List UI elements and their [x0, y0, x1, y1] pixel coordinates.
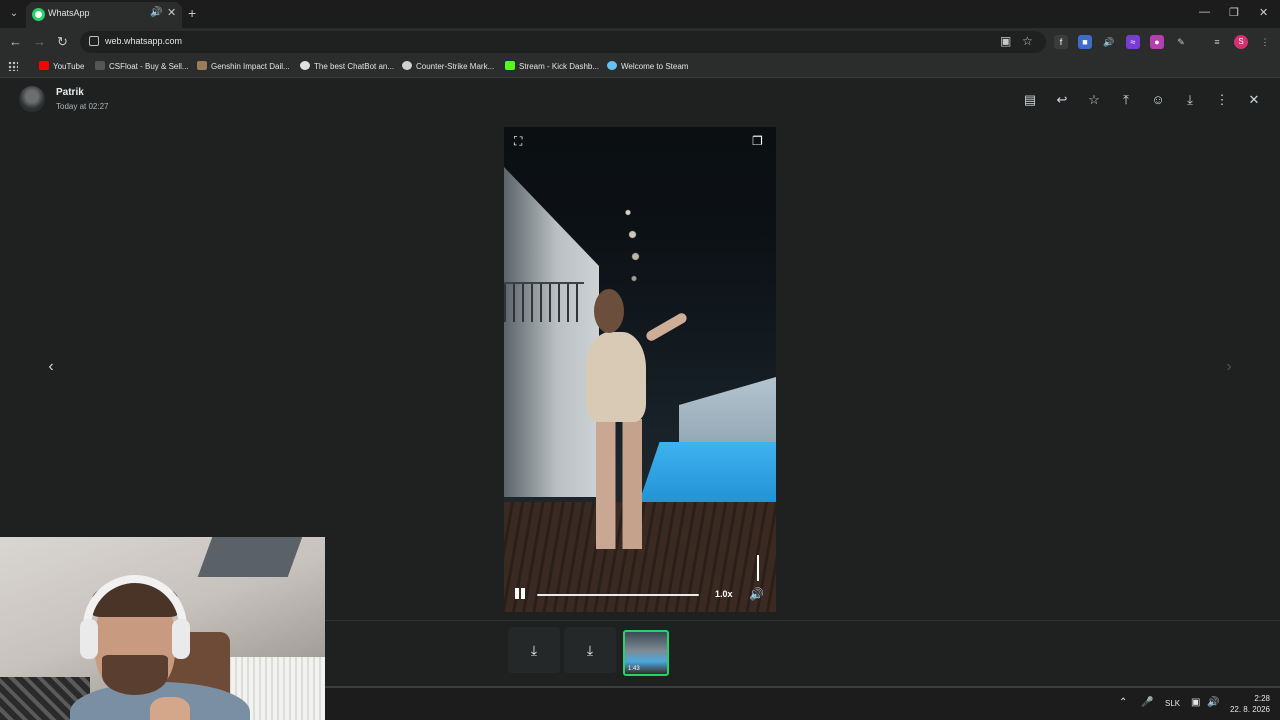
video-frame-building — [504, 167, 599, 497]
csfloat-extension-icon[interactable]: f — [1054, 35, 1068, 49]
browser-tab-bar: ⌄ WhatsApp 🔊 ✕ + — ❐ ✕ — [0, 0, 1280, 28]
restore-window-icon[interactable]: ❐ — [1229, 6, 1239, 19]
close-icon[interactable]: ✕ — [1246, 92, 1262, 108]
video-frame-lights — [619, 207, 649, 317]
more-icon[interactable]: ⋮ — [1214, 92, 1230, 108]
microphone-icon[interactable]: 🎤 — [1141, 697, 1153, 708]
message-timestamp: Today at 02:27 — [56, 102, 109, 111]
bookmark-counter-strike[interactable]: Counter-Strike Mark... — [402, 61, 494, 71]
viewer-header: Patrik Today at 02:27 ▤ ↩ ☆ ⤒ ☺ ⤓ ⋮ ✕ — [0, 78, 1280, 124]
browser-toolbar: ← → ↻ web.whatsapp.com ▣ ☆ f ■ 🔊 ≈ ● ✎ ≡… — [0, 28, 1280, 56]
video-frame-person-head — [594, 289, 624, 333]
reply-icon[interactable]: ↩ — [1054, 92, 1070, 108]
speaker-icon[interactable]: 🔊 — [1207, 697, 1219, 708]
install-app-icon[interactable]: ▣ — [1000, 34, 1011, 48]
thumbnail-divider — [325, 620, 1280, 621]
browser-menu-icon[interactable]: ⋮ — [1258, 35, 1272, 49]
bookmark-youtube[interactable]: YouTube — [39, 61, 84, 71]
bookmark-kick[interactable]: Stream - Kick Dashb... — [505, 61, 599, 71]
bookmark-steam[interactable]: Welcome to Steam — [607, 61, 688, 71]
download-media-button[interactable]: ⤓ — [564, 627, 616, 673]
new-tab-icon[interactable]: + — [188, 5, 196, 21]
download-icon[interactable]: ⤓ — [1182, 92, 1198, 108]
video-frame-balcony — [504, 282, 584, 322]
sender-avatar[interactable] — [19, 86, 45, 112]
thumbnail-duration: 1:43 — [628, 666, 640, 672]
close-window-icon[interactable]: ✕ — [1259, 6, 1268, 19]
network-icon[interactable]: ▣ — [1191, 697, 1200, 708]
download-media-button[interactable]: ⤓ — [508, 627, 560, 673]
minimize-window-icon[interactable]: — — [1199, 6, 1210, 18]
csfloat-icon — [95, 61, 105, 70]
show-hidden-icons-icon[interactable]: ⌃ — [1119, 697, 1127, 708]
bookmark-genshin[interactable]: Genshin Impact Dail... — [197, 61, 290, 71]
fullscreen-icon[interactable]: ⛶ — [514, 134, 522, 148]
extensions-puzzle-icon[interactable]: ✎ — [1174, 35, 1188, 49]
webcam-beard — [102, 655, 168, 695]
browser-tab-whatsapp[interactable]: WhatsApp 🔊 ✕ — [26, 2, 182, 28]
next-media-arrow-icon[interactable]: › — [1219, 358, 1239, 382]
site-info-icon[interactable] — [89, 36, 99, 46]
bookmark-csfloat[interactable]: CSFloat - Buy & Sell... — [95, 61, 189, 71]
tab-title: WhatsApp — [48, 8, 90, 18]
apps-grid-icon[interactable] — [8, 61, 18, 71]
reload-icon[interactable]: ↻ — [57, 34, 68, 50]
whatsapp-favicon-icon — [32, 8, 45, 21]
download-icon: ⤓ — [530, 642, 538, 658]
star-icon[interactable]: ☆ — [1086, 92, 1102, 108]
genshin-icon — [197, 61, 207, 70]
pause-icon[interactable] — [514, 587, 526, 601]
clock-date: 22. 8. 2026 — [1229, 705, 1270, 714]
media-thumbnail-selected[interactable]: 1:43 — [623, 630, 669, 676]
media-controls-icon[interactable]: ≡ — [1210, 35, 1224, 49]
tab-search-icon[interactable]: ⌄ — [6, 6, 22, 22]
webcam-roof-window — [197, 537, 303, 577]
previous-media-arrow-icon[interactable]: ‹ — [41, 358, 61, 382]
counter-strike-icon — [402, 61, 412, 70]
tab-audio-icon[interactable]: 🔊 — [150, 7, 162, 18]
chatbot-icon — [300, 61, 310, 70]
picture-in-picture-icon[interactable]: ❐ — [752, 134, 763, 148]
bookmarks-bar: YouTube CSFloat - Buy & Sell... Genshin … — [0, 56, 1280, 78]
youtube-icon — [39, 61, 49, 70]
download-icon: ⤓ — [586, 642, 594, 658]
extension-icon[interactable]: ■ — [1078, 35, 1092, 49]
playback-speed-button[interactable]: 1.0x — [715, 589, 733, 599]
video-frame-person-body — [586, 332, 646, 422]
address-url: web.whatsapp.com — [105, 36, 183, 46]
volume-icon[interactable]: 🔊 — [749, 587, 764, 601]
language-indicator[interactable]: SLK — [1165, 699, 1180, 708]
volume-extension-icon[interactable]: 🔊 — [1102, 35, 1116, 49]
forward-icon[interactable]: → — [33, 34, 46, 50]
sender-name[interactable]: Patrik — [56, 87, 84, 98]
webcam-overlay — [0, 537, 325, 720]
kick-icon — [505, 61, 515, 70]
seek-bar[interactable] — [537, 594, 699, 596]
pin-icon[interactable]: ⤒ — [1118, 92, 1134, 108]
tab-close-icon[interactable]: ✕ — [167, 6, 176, 19]
video-frame-person — [596, 419, 642, 549]
bookmark-chatbot[interactable]: The best ChatBot an... — [300, 61, 394, 71]
webcam-hands — [150, 697, 190, 720]
back-icon[interactable]: ← — [9, 34, 22, 50]
webcam-headphone-earcup — [80, 619, 98, 659]
clock-time: 2:28 — [1254, 694, 1270, 703]
emoji-icon[interactable]: ☺ — [1150, 92, 1166, 108]
extension-icon[interactable]: ● — [1150, 35, 1164, 49]
extension-icon[interactable]: ≈ — [1126, 35, 1140, 49]
webcam-headphone-earcup — [172, 619, 190, 659]
bookmark-star-icon[interactable]: ☆ — [1022, 34, 1033, 48]
video-controls: 1.0x 🔊 — [504, 578, 776, 612]
steam-icon — [607, 61, 617, 70]
video-frame-person-arm — [644, 311, 689, 343]
address-bar[interactable]: web.whatsapp.com ▣ ☆ — [80, 31, 1046, 53]
video-player[interactable]: ⛶ ❐ 1.0x 🔊 — [504, 127, 776, 612]
profile-avatar[interactable]: S — [1234, 35, 1248, 49]
message-icon[interactable]: ▤ — [1022, 92, 1038, 108]
windows-taskbar: ⌃ 🎤 SLK ▣ 🔊 2:28 22. 8. 2026 — [325, 688, 1280, 720]
taskbar-clock[interactable]: 2:28 22. 8. 2026 — [1230, 693, 1270, 715]
